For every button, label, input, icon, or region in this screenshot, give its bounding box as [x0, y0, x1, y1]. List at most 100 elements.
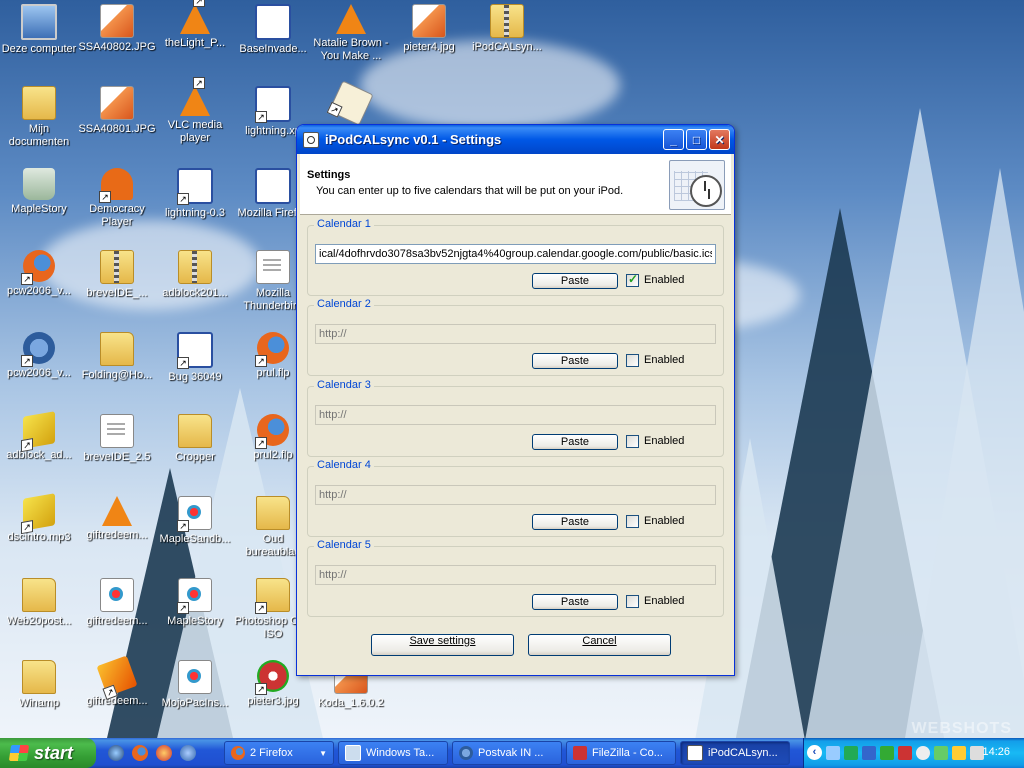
firefox-icon	[21, 250, 55, 285]
desktop-icon[interactable]: Democracy Player	[78, 168, 156, 229]
tray-app-icon[interactable]	[898, 746, 912, 760]
media-quicklaunch-icon[interactable]	[156, 745, 172, 761]
tray-app-icon[interactable]	[880, 746, 894, 760]
maximize-button[interactable]: □	[686, 129, 707, 150]
desktop-icon[interactable]: MojoPacIns...	[156, 660, 234, 710]
desktop-icon[interactable]: giftredeem...	[78, 655, 156, 708]
desktop-icon[interactable]: BaseInvade...	[234, 4, 312, 56]
messenger-icon[interactable]	[916, 746, 930, 760]
desktop-icon[interactable]: dscintro.mp3	[0, 493, 78, 544]
firefox-quicklaunch-icon[interactable]	[132, 745, 148, 761]
desktop-icon[interactable]: SSA40802.JPG	[78, 4, 156, 54]
desktop-icon-label: pieter3.jpg	[247, 695, 299, 707]
desktop-icon[interactable]: Winamp	[0, 660, 78, 710]
tray-app-icon[interactable]	[934, 746, 948, 760]
enabled-checkbox[interactable]	[626, 354, 639, 367]
save-settings-label: Save settings	[409, 635, 476, 647]
app-icon	[255, 168, 291, 204]
desktop-icon[interactable]: SSA40801.JPG	[78, 86, 156, 136]
task-ipodcalsync[interactable]: iPodCALsyn...	[680, 741, 790, 765]
zip-icon	[490, 4, 524, 38]
paste-button[interactable]: Paste	[532, 594, 618, 610]
app-icon	[303, 131, 319, 148]
paste-button[interactable]: Paste	[532, 434, 618, 450]
task-firefox[interactable]: 2 Firefox ▼	[224, 741, 334, 765]
task-filezilla[interactable]: FileZilla - Co...	[566, 741, 676, 765]
desktop-icon[interactable]: iPodCALsyn...	[468, 4, 546, 54]
desktop-icon[interactable]: Web20post...	[0, 578, 78, 628]
desktop-icon[interactable]: MapleStory	[156, 578, 234, 628]
calendar-url-input[interactable]	[315, 244, 716, 264]
desktop-icon-label: SSA40802.JPG	[78, 41, 156, 53]
taskbar-clock[interactable]: 14:26	[982, 746, 1010, 758]
folder-icon	[100, 332, 134, 366]
desktop-icon-label: Bug 36049	[168, 371, 222, 383]
desktop-icon[interactable]: Mijn documenten	[0, 86, 78, 149]
desktop-icon[interactable]: giftredeem...	[78, 578, 156, 628]
enabled-label: Enabled	[644, 595, 685, 607]
enabled-label: Enabled	[644, 515, 685, 527]
desktop-icon[interactable]: lightning-0.3	[156, 168, 234, 220]
desktop-icon[interactable]: adblock_ad...	[0, 411, 78, 462]
mydocs-icon	[22, 86, 56, 120]
tray-app-icon[interactable]	[862, 746, 876, 760]
network-icon[interactable]	[826, 746, 840, 760]
calendar-group-2: Calendar 2 Paste Enabled	[307, 298, 724, 376]
enabled-checkbox[interactable]	[626, 272, 639, 287]
desktop-icon-label: adblock_ad...	[6, 449, 72, 461]
desktop-icon[interactable]: adblock201...	[156, 250, 234, 300]
desktop-icon[interactable]: Natalie Brown - You Make ...	[312, 4, 390, 63]
computer-icon	[21, 4, 57, 40]
wallpaper-watermark: WEBSHOTS	[911, 720, 1012, 737]
system-tray: ‹ 14:26	[803, 738, 1024, 768]
calendar-group-label: Calendar 1	[314, 218, 374, 230]
desktop-icon[interactable]: theLight_P...	[156, 0, 234, 50]
start-label: start	[34, 742, 74, 763]
paste-button[interactable]: Paste	[532, 514, 618, 530]
paste-button[interactable]: Paste	[532, 273, 618, 289]
windows-logo-icon	[8, 745, 30, 761]
settings-window[interactable]: iPodCALsync v0.1 - Settings _ □ ✕ Settin…	[296, 124, 735, 676]
ie-quicklaunch-icon[interactable]	[180, 745, 196, 761]
desktop-icon[interactable]: breveIDE_...	[78, 250, 156, 300]
calendar-group-5: Calendar 5 Paste Enabled	[307, 539, 724, 617]
cancel-button[interactable]: Cancel	[528, 634, 671, 656]
desktop-icon[interactable]: breveIDE_2.5	[78, 414, 156, 464]
desktop-icon-label: Winamp	[18, 697, 60, 709]
zip-icon	[178, 250, 212, 284]
tray-app-icon[interactable]	[952, 746, 966, 760]
desktop-icon[interactable]: MapleStory	[0, 168, 78, 216]
window-titlebar[interactable]: iPodCALsync v0.1 - Settings _ □ ✕	[297, 125, 734, 154]
task-postvak-in[interactable]: Postvak IN ...	[452, 741, 562, 765]
enabled-checkbox[interactable]	[626, 515, 639, 528]
enabled-checkbox[interactable]	[626, 595, 639, 608]
calendar-url-input[interactable]	[315, 485, 716, 505]
desktop-icon[interactable]: pcw2006_v...	[0, 250, 78, 298]
close-button[interactable]: ✕	[709, 129, 730, 150]
tray-app-icon[interactable]	[844, 746, 858, 760]
tray-expand-icon[interactable]: ‹	[807, 745, 822, 760]
desktop-icon[interactable]: Deze computer	[0, 4, 78, 56]
desktop-icon[interactable]: Cropper	[156, 414, 234, 464]
calendar-group-label: Calendar 2	[314, 298, 374, 310]
desktop-icon[interactable]: Bug 36049	[156, 332, 234, 384]
calendar-url-input[interactable]	[315, 324, 716, 344]
desktop-icon[interactable]: pcw2006_v...	[0, 332, 78, 380]
calendar-url-input[interactable]	[315, 405, 716, 425]
paste-button[interactable]: Paste	[532, 353, 618, 369]
vlc-icon	[180, 77, 210, 116]
enabled-checkbox[interactable]	[626, 435, 639, 448]
desktop-icon[interactable]: VLC media player	[156, 77, 234, 145]
desktop-icon[interactable]: MapleSandb...	[156, 496, 234, 546]
desktop-icon[interactable]: pieter4.jpg	[390, 4, 468, 54]
minimize-button[interactable]: _	[663, 129, 684, 150]
save-settings-button[interactable]: Save settings	[371, 634, 514, 656]
desktop-icon-label: pcw2006_v...	[6, 367, 71, 379]
desktop-icon[interactable]: giftredeem...	[78, 496, 156, 542]
maple-icon	[99, 168, 133, 203]
desktop-icon[interactable]: Folding@Ho...	[78, 332, 156, 382]
show-desktop-icon[interactable]	[108, 745, 124, 761]
calendar-url-input[interactable]	[315, 565, 716, 585]
start-button[interactable]: start	[0, 738, 96, 768]
task-windows-taskmanager[interactable]: Windows Ta...	[338, 741, 448, 765]
